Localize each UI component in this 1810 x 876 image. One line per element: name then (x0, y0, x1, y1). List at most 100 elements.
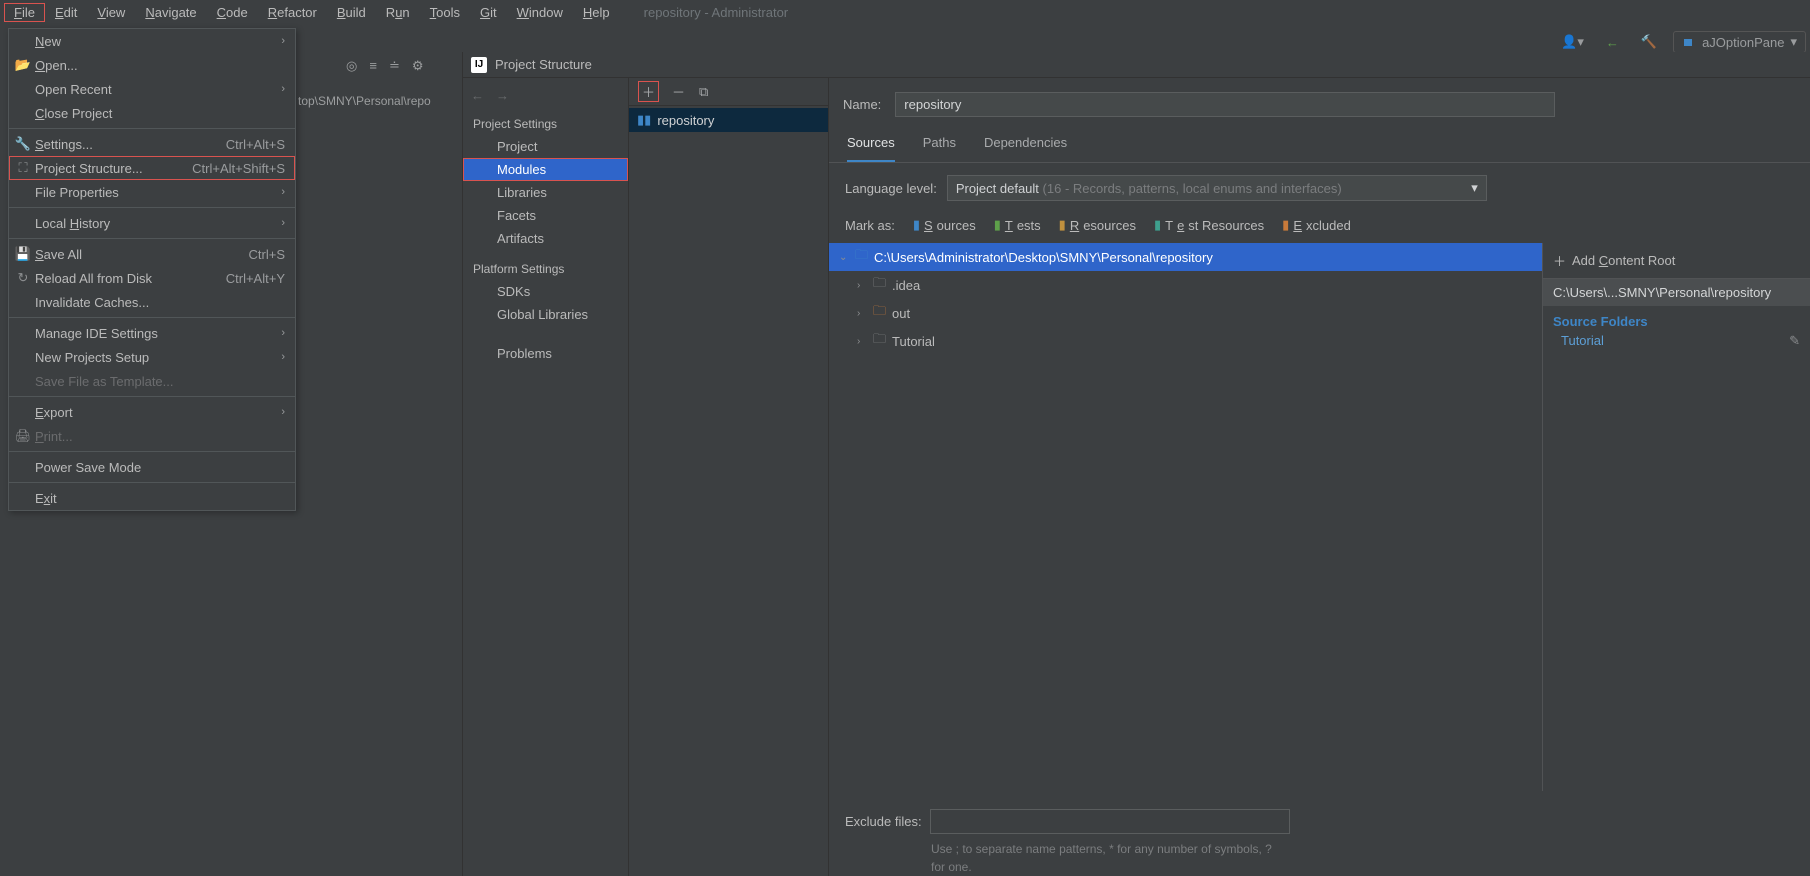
edit-icon[interactable]: ✎ (1789, 333, 1800, 349)
source-folder-item[interactable]: Tutorial ✎ (1553, 329, 1800, 349)
dialog-title: Project Structure (495, 57, 592, 72)
mark-test-resources[interactable]: ▮Test Resources (1154, 217, 1264, 233)
cat-problems[interactable]: Problems (463, 342, 628, 365)
module-item-repository[interactable]: ▮▮ repository (629, 108, 828, 132)
file-menu-new-projects-setup[interactable]: New Projects Setup› (9, 345, 295, 369)
mark-excluded[interactable]: ▮Excluded (1282, 217, 1351, 233)
file-menu-settings-[interactable]: 🔧Settings...Ctrl+Alt+S (9, 132, 295, 156)
cup-icon (1682, 35, 1696, 49)
menu-build[interactable]: Build (327, 3, 376, 22)
cat-project[interactable]: Project (463, 135, 628, 158)
plus-icon: ＋ (1553, 251, 1566, 270)
folder-icon: ▮ (913, 217, 920, 233)
file-menu-exit[interactable]: Exit (9, 486, 295, 510)
main-menu-bar: File Edit View Navigate Code Refactor Bu… (0, 0, 1810, 24)
language-level-select[interactable]: Project default (16 - Records, patterns,… (947, 175, 1487, 201)
module-name-input[interactable] (895, 92, 1555, 117)
run-config-selector[interactable]: aJOptionPane ▾ (1673, 31, 1806, 53)
folder-icon: ▮ (994, 217, 1001, 233)
nav-back-icon[interactable]: ← (471, 88, 484, 103)
cat-libraries[interactable]: Libraries (463, 181, 628, 204)
folder-icon: 🗀 (873, 274, 886, 296)
menu-item-icon: ↻ (15, 270, 31, 286)
menu-item-icon: ⛶ (15, 160, 31, 176)
menu-file[interactable]: File (4, 3, 45, 22)
file-menu-new[interactable]: New› (9, 29, 295, 53)
chevron-right-icon: › (281, 217, 285, 229)
menu-navigate[interactable]: Navigate (135, 3, 206, 22)
remove-module-button[interactable]: － (672, 82, 685, 101)
add-module-button[interactable]: ＋ (639, 82, 658, 101)
folder-icon: 🗀 (855, 246, 868, 268)
file-menu-project-structure-[interactable]: ⛶Project Structure...Ctrl+Alt+Shift+S (9, 156, 295, 180)
menu-item-icon: 📂 (15, 57, 31, 73)
menu-git[interactable]: Git (470, 3, 507, 22)
menu-run[interactable]: Run (376, 3, 420, 22)
exclude-files-input[interactable] (930, 809, 1290, 834)
build-icon[interactable]: 🔨 (1635, 32, 1663, 52)
menu-tools[interactable]: Tools (420, 3, 470, 22)
folder-icon: 🗀 (873, 330, 886, 352)
expand-icon[interactable]: ≡ (369, 58, 377, 74)
chevron-down-icon: ⌄ (839, 252, 849, 263)
target-icon[interactable]: ◎ (346, 58, 357, 74)
content-root-panel: ＋ Add Content Root C:\Users\...SMNY\Pers… (1542, 243, 1810, 791)
tab-sources[interactable]: Sources (847, 127, 895, 162)
menu-help[interactable]: Help (573, 3, 620, 22)
nav-forward-icon[interactable]: → (496, 88, 509, 103)
file-menu-manage-ide-settings[interactable]: Manage IDE Settings› (9, 321, 295, 345)
menu-window[interactable]: Window (507, 3, 573, 22)
user-icon[interactable]: 👤▾ (1555, 32, 1590, 52)
chevron-down-icon: ▾ (1790, 34, 1797, 50)
file-menu-close-project[interactable]: Close Project (9, 101, 295, 125)
file-menu-invalidate-caches-[interactable]: Invalidate Caches... (9, 290, 295, 314)
tree-item-out[interactable]: › 🗀 out (829, 299, 1542, 327)
dialog-titlebar: IJ Project Structure (463, 52, 1810, 78)
exclude-files-hint: Use ; to separate name patterns, * for a… (829, 840, 1289, 876)
chevron-right-icon: › (281, 83, 285, 95)
menu-edit[interactable]: Edit (45, 3, 87, 22)
file-menu-local-history[interactable]: Local History› (9, 211, 295, 235)
file-menu-export[interactable]: Export› (9, 400, 295, 424)
cat-sdks[interactable]: SDKs (463, 280, 628, 303)
settings-categories: ← → Project Settings Project Modules Lib… (463, 78, 629, 876)
file-menu-reload-all-from-disk[interactable]: ↻Reload All from DiskCtrl+Alt+Y (9, 266, 295, 290)
chevron-down-icon: ▾ (1471, 180, 1478, 196)
mark-tests[interactable]: ▮Tests (994, 217, 1041, 233)
add-content-root-button[interactable]: ＋ Add Content Root (1543, 243, 1810, 279)
window-title: repository - Administrator (644, 5, 789, 20)
folder-icon: ▮ (1059, 217, 1066, 233)
content-root-path[interactable]: C:\Users\...SMNY\Personal\repository (1543, 279, 1810, 306)
file-menu-dropdown: New›📂Open...Open Recent›Close Project 🔧Se… (8, 28, 296, 511)
cat-global-libraries[interactable]: Global Libraries (463, 303, 628, 326)
module-list-panel: ＋ － ⧉ ▮▮ repository (629, 78, 829, 876)
tree-item-idea[interactable]: › 🗀 .idea (829, 271, 1542, 299)
menu-refactor[interactable]: Refactor (258, 3, 327, 22)
file-menu-file-properties[interactable]: File Properties› (9, 180, 295, 204)
cat-facets[interactable]: Facets (463, 204, 628, 227)
file-menu-save-file-as-template-: Save File as Template... (9, 369, 295, 393)
tree-root[interactable]: ⌄ 🗀 C:\Users\Administrator\Desktop\SMNY\… (829, 243, 1542, 271)
chevron-right-icon: › (857, 336, 867, 347)
tree-item-tutorial[interactable]: › 🗀 Tutorial (829, 327, 1542, 355)
menu-view[interactable]: View (87, 3, 135, 22)
copy-module-button[interactable]: ⧉ (699, 84, 708, 100)
tab-paths[interactable]: Paths (923, 127, 956, 162)
content-tree: ⌄ 🗀 C:\Users\Administrator\Desktop\SMNY\… (829, 243, 1542, 791)
file-menu-save-all[interactable]: 💾Save AllCtrl+S (9, 242, 295, 266)
cat-artifacts[interactable]: Artifacts (463, 227, 628, 250)
tab-dependencies[interactable]: Dependencies (984, 127, 1067, 162)
chevron-right-icon: › (281, 406, 285, 418)
file-menu-power-save-mode[interactable]: Power Save Mode (9, 455, 295, 479)
mark-resources[interactable]: ▮Resources (1059, 217, 1136, 233)
cat-modules[interactable]: Modules (463, 158, 628, 181)
gear-icon[interactable]: ⚙ (412, 58, 424, 74)
mark-sources[interactable]: ▮Sources (913, 217, 976, 233)
path-breadcrumb: top\SMNY\Personal\repo (298, 94, 431, 108)
collapse-icon[interactable]: ≐ (389, 58, 400, 74)
back-arrow-icon[interactable]: ← (1600, 33, 1625, 52)
file-menu-open-[interactable]: 📂Open... (9, 53, 295, 77)
file-menu-open-recent[interactable]: Open Recent› (9, 77, 295, 101)
source-folders-header: Source Folders (1553, 314, 1800, 329)
menu-code[interactable]: Code (207, 3, 258, 22)
